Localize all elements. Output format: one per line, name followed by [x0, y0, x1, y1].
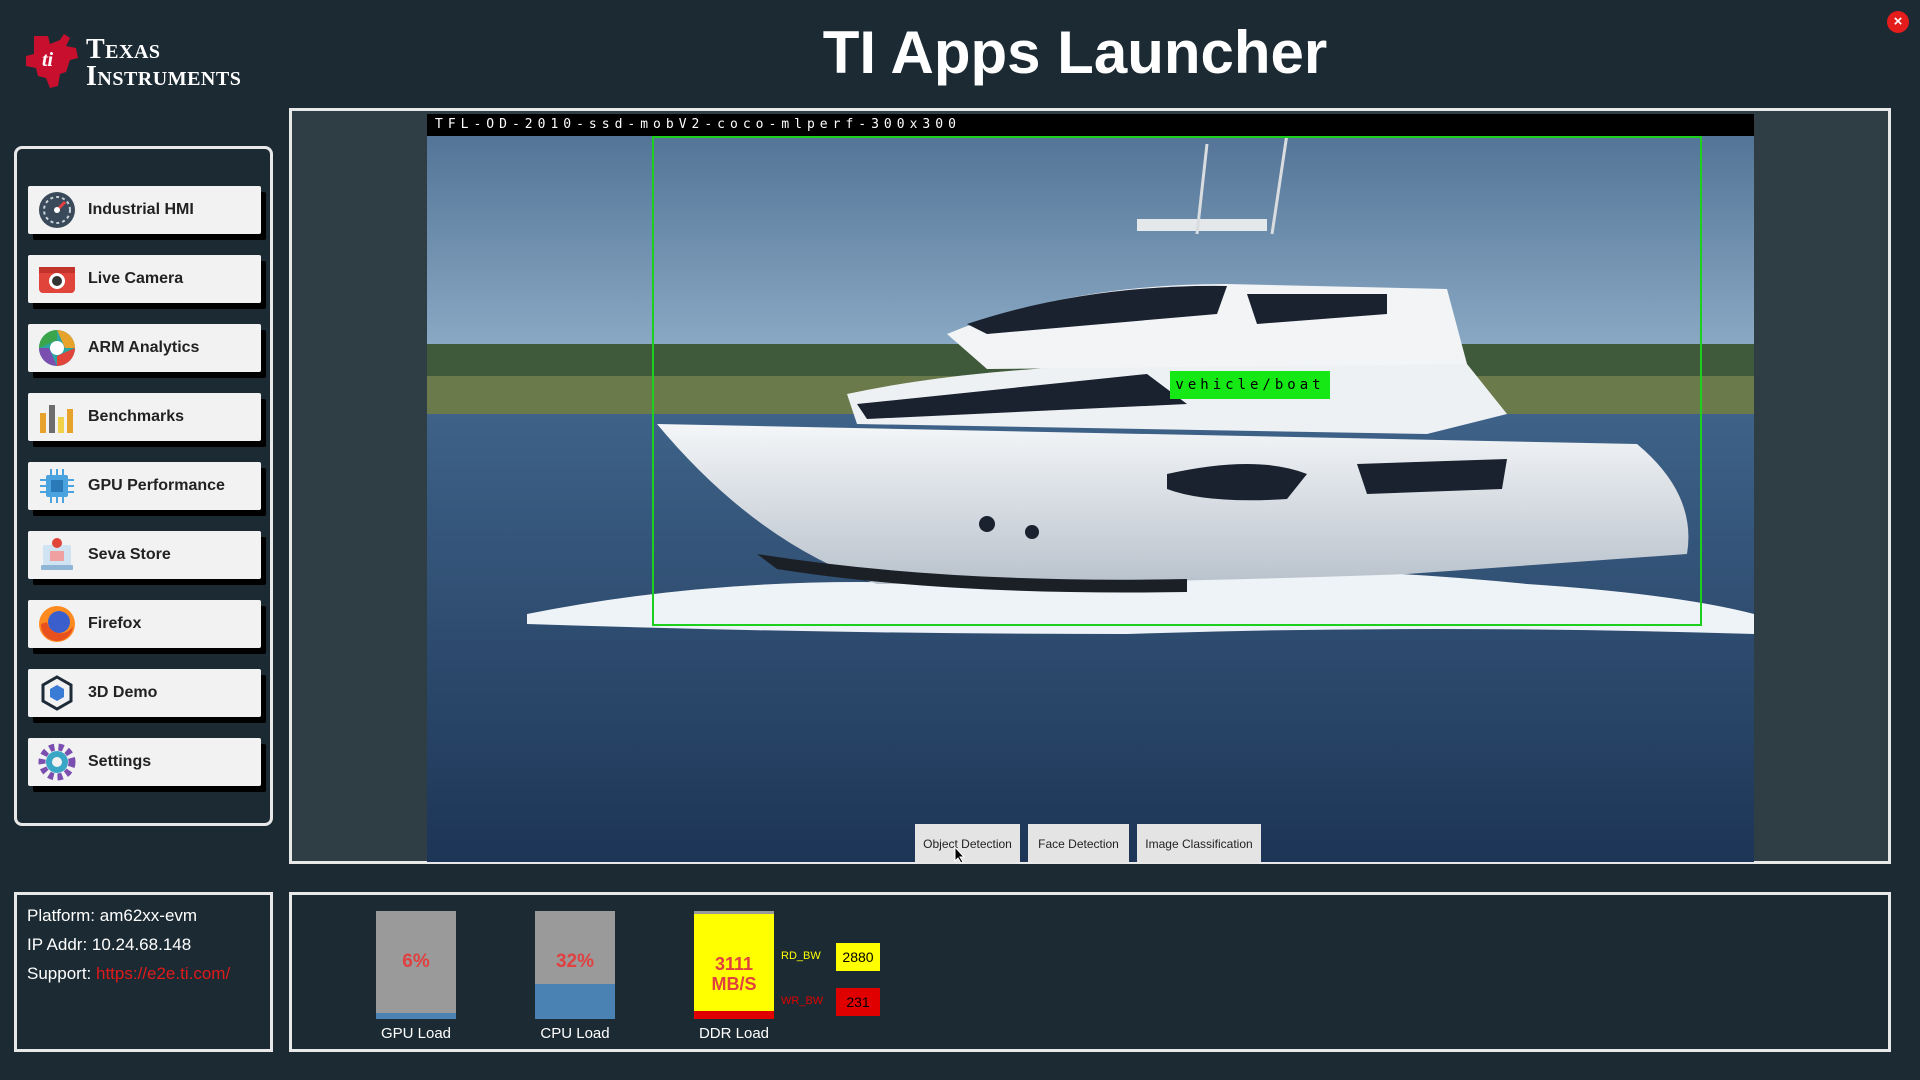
tab-image-classification[interactable]: Image Classification [1137, 824, 1261, 862]
wr-bw-value: 231 [836, 988, 880, 1016]
sidebar-item-label: Settings [88, 753, 152, 770]
store-icon [36, 534, 78, 576]
sidebar-item-live-camera[interactable]: Live Camera [28, 255, 261, 303]
sidebar-item-label: Live Camera [88, 270, 184, 287]
bar-chart-icon [36, 396, 78, 438]
platform-row: Platform: am62xx-evm [27, 901, 260, 930]
ddr-load-meter: 3111 MB/S [694, 911, 774, 1019]
ddr-value-unit: MB/S [711, 974, 757, 994]
ip-row: IP Addr: 10.24.68.148 [27, 930, 260, 959]
close-button[interactable]: × [1887, 11, 1909, 33]
cpu-load-label: CPU Load [540, 1025, 610, 1042]
ddr-load-value: 3111 MB/S [694, 954, 774, 994]
sidebar-item-seva-store[interactable]: Seva Store [28, 531, 261, 579]
video-panel: TFL-OD-2010-ssd-mobV2-coco-mlperf-300x30… [289, 108, 1891, 864]
sidebar-item-label: 3D Demo [88, 684, 158, 701]
ip-value: 10.24.68.148 [91, 935, 192, 954]
sidebar-item-label: GPU Performance [88, 477, 225, 494]
aperture-icon [36, 327, 78, 369]
cpu-load-value: 32% [555, 951, 595, 972]
rd-bw-label: RD_BW [781, 950, 821, 962]
ddr-load-label: DDR Load [698, 1025, 770, 1042]
sidebar-item-label: Industrial HMI [88, 201, 194, 218]
model-name-label: TFL-OD-2010-ssd-mobV2-coco-mlperf-300x30… [427, 114, 1754, 136]
sidebar-item-3d-demo[interactable]: 3D Demo [28, 669, 261, 717]
support-label: Support: [27, 964, 92, 983]
mouse-cursor-icon [954, 846, 966, 864]
sidebar-item-label: Benchmarks [88, 408, 185, 425]
gpu-load-label: GPU Load [380, 1025, 452, 1042]
ddr-write-fill [694, 1011, 774, 1019]
sidebar-item-firefox[interactable]: Firefox [28, 600, 261, 648]
platform-label: Platform: [27, 906, 96, 925]
sidebar-item-gpu-performance[interactable]: GPU Performance [28, 462, 261, 510]
gpu-load-meter: 6% [376, 911, 456, 1019]
gear-icon [36, 741, 78, 783]
sidebar: Industrial HMI Live Camera ARM Analytics… [14, 146, 273, 826]
sidebar-item-label: Firefox [88, 615, 142, 632]
tab-object-detection[interactable]: Object Detection [915, 824, 1020, 862]
video-frame: TFL-OD-2010-ssd-mobV2-coco-mlperf-300x30… [427, 114, 1754, 862]
gauge-icon [36, 189, 78, 231]
rd-bw-value: 2880 [836, 943, 880, 971]
sidebar-item-settings[interactable]: Settings [28, 738, 261, 786]
page-title: TI Apps Launcher [822, 19, 1328, 86]
sidebar-item-label: Seva Store [88, 546, 171, 563]
sidebar-item-label: ARM Analytics [88, 339, 200, 356]
system-stats-panel: 6% GPU Load 32% CPU Load 3111 MB/S DDR L… [289, 892, 1891, 1052]
chip-icon [36, 465, 78, 507]
tab-face-detection[interactable]: Face Detection [1028, 824, 1129, 862]
platform-value: am62xx-evm [99, 906, 198, 925]
ip-label: IP Addr: [27, 935, 88, 954]
support-row: Support: https://e2e.ti.com/ [27, 959, 260, 988]
firefox-icon [36, 603, 78, 645]
sidebar-item-industrial-hmi[interactable]: Industrial HMI [28, 186, 261, 234]
sidebar-item-arm-analytics[interactable]: ARM Analytics [28, 324, 261, 372]
gpu-load-value: 6% [402, 951, 430, 972]
cpu-load-meter: 32% [535, 911, 615, 1019]
sidebar-item-benchmarks[interactable]: Benchmarks [28, 393, 261, 441]
support-link[interactable]: https://e2e.ti.com/ [96, 964, 230, 983]
gpu-load-fill [376, 1012, 456, 1019]
detection-class-label: vehicle/boat [1170, 371, 1330, 399]
cube-icon [36, 672, 78, 714]
camera-icon [36, 258, 78, 300]
cpu-load-fill [535, 984, 615, 1019]
platform-info-panel: Platform: am62xx-evm IP Addr: 10.24.68.1… [14, 892, 273, 1052]
wr-bw-label: WR_BW [781, 995, 824, 1007]
ddr-value-number: 3111 [714, 954, 754, 974]
